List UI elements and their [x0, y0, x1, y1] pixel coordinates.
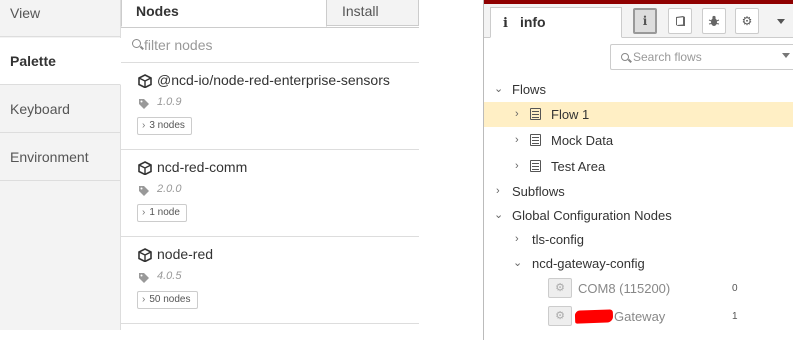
package-name: node-red: [157, 246, 214, 262]
chevron-right-icon: ›: [142, 120, 146, 131]
settings-tab-list: View Palette Keyboard Environment: [0, 0, 121, 330]
tree-label: Mock Data: [551, 133, 614, 148]
search-icon: [132, 39, 141, 48]
tree-label: COM8 (115200): [578, 281, 671, 296]
tree-item-config-type[interactable]: › tls-config: [484, 227, 793, 252]
tab-info-label: info: [519, 14, 546, 30]
chevron-down-icon[interactable]: ⌄: [494, 77, 503, 102]
help-button[interactable]: [668, 8, 692, 34]
bug-icon: [708, 15, 720, 26]
tree-label: tls-config: [532, 232, 585, 247]
gear-icon: ⚙: [548, 306, 572, 326]
tree-node-subflows[interactable]: › Subflows: [484, 179, 793, 204]
tree-item-flow[interactable]: › Flow 1: [484, 102, 793, 127]
tree-label: Flows: [512, 82, 546, 97]
tree-label: Test Area: [551, 159, 606, 174]
palette-tab-bar: Nodes Install: [121, 0, 419, 28]
flow-icon: [530, 160, 541, 172]
tree-item-config-node[interactable]: ⚙ COM8 (115200) 0: [484, 275, 793, 303]
tab-info[interactable]: i info: [490, 7, 622, 38]
tree-label: ncd-gateway-config: [532, 256, 645, 271]
palette-manager: Nodes Install @ncd-io/node-red-enterpris…: [121, 0, 419, 330]
tag-icon: [139, 99, 149, 109]
filter-bar: [121, 28, 419, 63]
package-cube-icon: [138, 74, 152, 88]
tree-item-flow[interactable]: › Test Area: [484, 154, 793, 179]
tree-item-config-type[interactable]: ⌄ ncd-gateway-config: [484, 251, 793, 276]
package-version: 1.0.9: [157, 96, 182, 108]
chevron-right-icon: ›: [142, 207, 146, 218]
gear-icon: ⚙: [548, 278, 572, 298]
debug-button[interactable]: [702, 8, 726, 34]
tab-install[interactable]: Install: [327, 0, 419, 26]
sidebar-tab-bar: i info i ⚙: [484, 4, 793, 38]
tree-item-config-node[interactable]: ⚙ Gateway 1: [484, 303, 793, 331]
tree-label: Global Configuration Nodes: [512, 208, 672, 223]
chevron-right-icon[interactable]: ›: [515, 128, 519, 153]
chevron-right-icon[interactable]: ›: [496, 179, 500, 204]
tree-node-flows[interactable]: ⌄ Flows: [484, 77, 793, 102]
node-count-button[interactable]: › 3 nodes: [137, 117, 192, 135]
tab-nodes[interactable]: Nodes: [121, 0, 327, 27]
package-cube-icon: [138, 161, 152, 175]
caret-down-icon[interactable]: [782, 53, 790, 58]
gear-icon: ⚙: [741, 14, 753, 28]
filter-nodes-input[interactable]: [144, 34, 404, 56]
chevron-down-icon[interactable]: ⌄: [513, 251, 522, 276]
tree-label: Flow 1: [551, 107, 590, 122]
settings-tab-environment[interactable]: Environment: [0, 134, 120, 181]
search-icon: [621, 53, 629, 61]
chevron-right-icon[interactable]: ›: [515, 154, 519, 179]
book-icon: [676, 16, 685, 26]
package-list-item: @ncd-io/node-red-enterprise-sensors 1.0.…: [121, 63, 419, 150]
search-flows-input[interactable]: [633, 47, 773, 67]
info-sidebar: iinfo i ⚙ ⌄ Flows: [483, 0, 793, 340]
package-name: @ncd-io/node-red-enterprise-sensors: [157, 72, 390, 88]
tree-item-flow[interactable]: › Mock Data: [484, 128, 793, 153]
config-button[interactable]: ⚙: [735, 8, 759, 34]
user-count: 1: [732, 311, 738, 322]
node-count-label: 50 nodes: [149, 294, 191, 305]
redaction-mark: [574, 309, 614, 324]
chevron-down-icon: [777, 19, 785, 24]
tree-label: Gateway: [614, 309, 666, 324]
sidebar-menu-button[interactable]: [774, 8, 788, 34]
user-count: 0: [732, 283, 738, 294]
node-count-label: 1 node: [149, 207, 180, 218]
package-name: ncd-red-comm: [157, 159, 248, 175]
package-version: 4.0.5: [157, 270, 182, 282]
info-button[interactable]: i: [633, 8, 657, 34]
package-cube-icon: [138, 248, 152, 262]
settings-tab-keyboard[interactable]: Keyboard: [0, 86, 120, 133]
settings-tab-view[interactable]: View: [0, 0, 120, 37]
flow-icon: [530, 108, 541, 120]
flow-icon: [530, 134, 541, 146]
search-flows-field: [610, 44, 793, 70]
node-count-button[interactable]: › 1 node: [137, 204, 187, 222]
tag-icon: [139, 186, 149, 196]
node-count-label: 3 nodes: [149, 120, 185, 131]
tree-label: Subflows: [512, 184, 565, 199]
info-icon: i: [503, 16, 508, 31]
chevron-right-icon[interactable]: ›: [515, 227, 519, 252]
chevron-right-icon[interactable]: ›: [515, 102, 519, 127]
package-version: 2.0.0: [157, 183, 182, 195]
tag-icon: [139, 273, 149, 283]
user-settings-panel: View Palette Keyboard Environment Nodes …: [0, 0, 419, 330]
info-icon: i: [642, 14, 648, 28]
package-list-item: ncd-red-comm 2.0.0 › 1 node: [121, 150, 419, 237]
tree-node-global-config[interactable]: ⌄ Global Configuration Nodes: [484, 203, 793, 228]
settings-tab-palette[interactable]: Palette: [0, 38, 121, 85]
chevron-right-icon: ›: [142, 294, 146, 305]
chevron-down-icon[interactable]: ⌄: [494, 203, 503, 228]
package-list-item: node-red 4.0.5 › 50 nodes: [121, 237, 419, 324]
node-count-button[interactable]: › 50 nodes: [137, 291, 198, 309]
